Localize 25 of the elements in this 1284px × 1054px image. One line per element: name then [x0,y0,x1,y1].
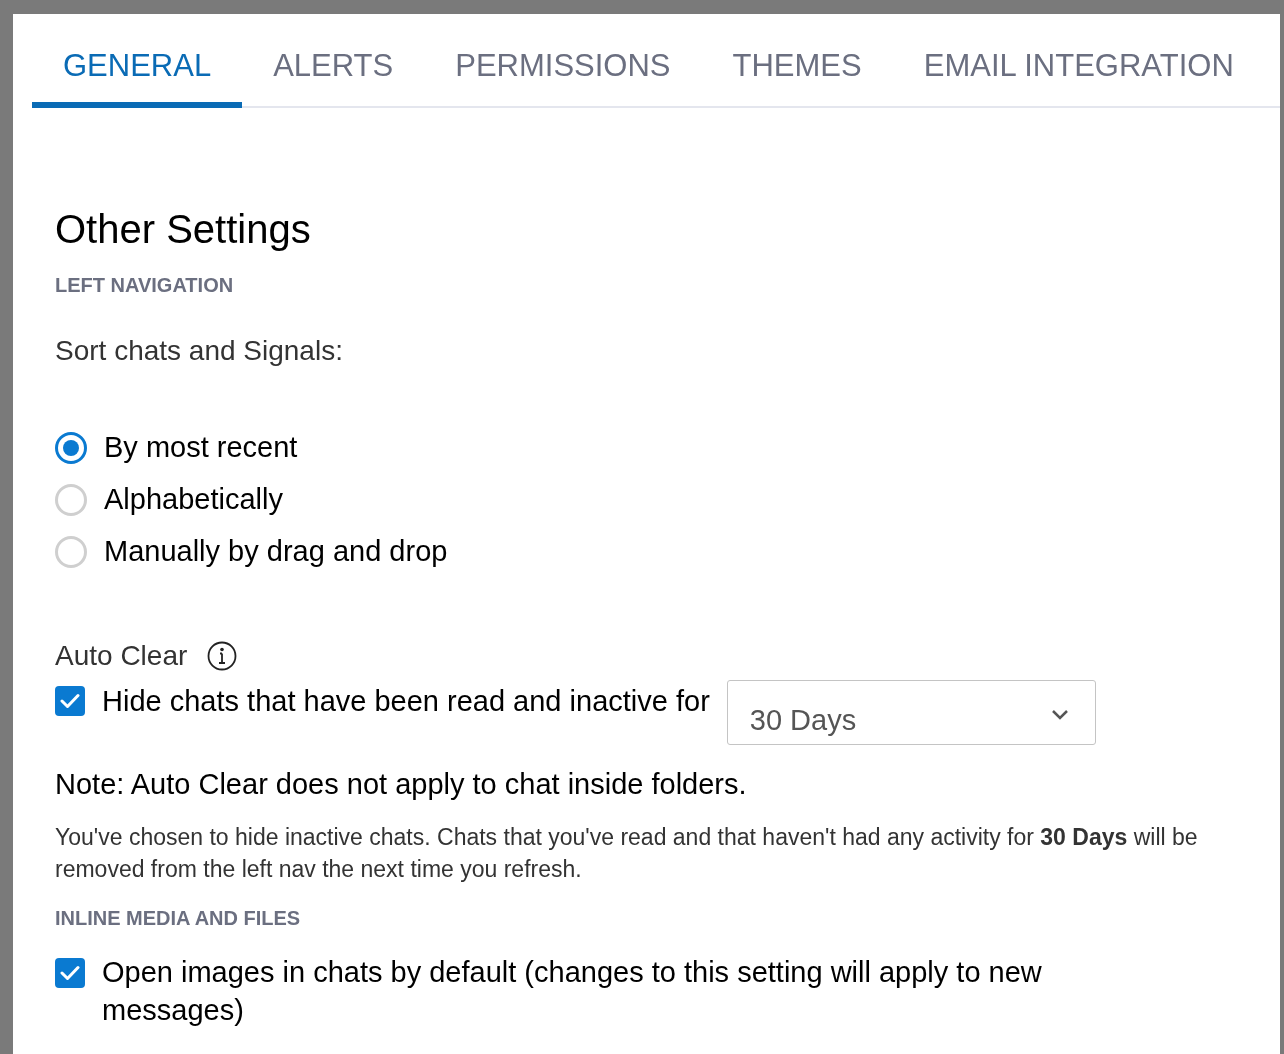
checkbox-label: Hide chats that have been read and inactive for [102,684,710,719]
duration-dropdown[interactable]: 30 Days [726,680,1096,745]
radio-label: Manually by drag and drop [104,534,448,569]
note-text: Note: Auto Clear does not apply to chat inside folders. [55,767,748,802]
chevron-down-icon [1050,708,1069,721]
checkbox[interactable] [55,686,85,716]
tab[interactable]: THEMES [701,44,893,108]
section-heading: Other Settings [55,206,312,253]
check-icon [60,964,80,981]
radio-label: By most recent [104,430,298,465]
tab[interactable]: PERMISSIONS [424,44,702,108]
section-label: LEFT NAVIGATION [55,273,235,298]
radio-button[interactable] [55,431,87,464]
checkbox-label: Open images in chats by default (changes to this setting will apply to new messages) [102,954,1043,1028]
field-label: Auto Clear [55,639,188,673]
field-label: Sort chats and Signals: [55,334,344,368]
radio-label: Alphabetically [104,482,283,517]
checkbox[interactable] [55,957,85,988]
tab[interactable]: ALERTS [242,44,425,108]
tab[interactable]: EMAIL INTEGRATION [892,44,1265,108]
check-icon [60,693,80,709]
info-icon[interactable] [207,641,238,671]
explanation-text: You've chosen to hide inactive chats. Chats that you've read and that haven't had any activity for 30 Days will be removed from the left nav the next time you refresh. [55,822,1199,884]
tab[interactable]: GENERAL [32,44,243,108]
section-label: INLINE MEDIA AND FILES [55,905,302,931]
